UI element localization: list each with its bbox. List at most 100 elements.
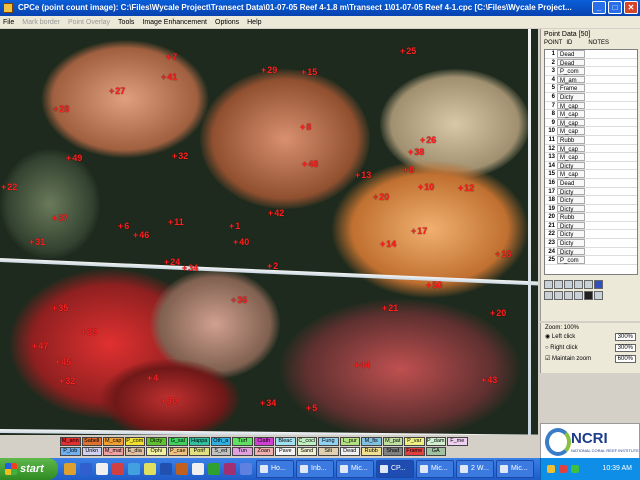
table-row[interactable]: 17 Dicty — [545, 187, 637, 197]
point-marker[interactable]: +40 — [233, 238, 249, 247]
species-code-button[interactable]: Sabell — [81, 437, 102, 446]
taskbar-item[interactable]: 2 W... — [456, 460, 494, 478]
species-code-button[interactable]: Ophi — [146, 447, 167, 456]
species-code-button[interactable]: E_dia — [124, 447, 145, 456]
save-icon[interactable] — [594, 280, 603, 289]
point-marker[interactable]: +49 — [66, 154, 82, 163]
notes-cell[interactable] — [585, 119, 637, 127]
point-marker[interactable]: +26 — [420, 136, 436, 145]
species-code-button[interactable]: Zoan — [253, 447, 274, 456]
species-code-button[interactable]: Bleac — [275, 437, 296, 446]
point-id-cell[interactable]: Dead — [557, 178, 585, 187]
notes-cell[interactable] — [585, 230, 637, 238]
point-id-cell[interactable]: Rubb — [557, 213, 585, 221]
point-marker[interactable]: +22 — [1, 183, 17, 192]
point-marker[interactable]: +8 — [300, 123, 311, 132]
point-marker[interactable]: +18 — [495, 250, 511, 259]
point-id-cell[interactable]: M_cap — [557, 144, 585, 153]
species-code-button[interactable]: P_var — [404, 437, 425, 446]
quicklaunch-icon[interactable] — [224, 463, 236, 475]
point-id-cell[interactable]: M_cap — [557, 118, 585, 127]
point-id-cell[interactable]: M_cap — [557, 127, 585, 135]
point-marker[interactable]: +30 — [161, 397, 177, 406]
point-id-cell[interactable]: Dicty — [557, 247, 585, 256]
table-row[interactable]: 10 M_cap — [545, 127, 637, 136]
point-id-cell[interactable]: M_am — [557, 75, 585, 84]
menu-mark-border[interactable]: Mark border — [22, 19, 60, 26]
species-code-button[interactable]: M_mat — [103, 447, 124, 456]
table-row[interactable]: 12 M_cap — [545, 144, 637, 154]
notes-cell[interactable] — [585, 179, 637, 187]
notes-cell[interactable] — [585, 145, 637, 153]
point-id-cell[interactable]: Dicty — [557, 204, 585, 213]
table-row[interactable]: 9 M_cap — [545, 118, 637, 128]
minimize-button[interactable]: _ — [592, 1, 606, 14]
point-marker[interactable]: +2 — [267, 262, 278, 271]
notes-cell[interactable] — [585, 50, 637, 58]
maintain-zoom-value[interactable]: 600% — [614, 354, 636, 363]
menu-tools[interactable]: Tools — [118, 19, 134, 26]
point-marker[interactable]: +46 — [133, 231, 149, 240]
table-row[interactable]: 6 Dicty — [545, 92, 637, 102]
point-marker[interactable]: +50 — [426, 281, 442, 290]
species-code-button[interactable]: P_dam — [425, 437, 446, 446]
right-click-radio[interactable]: ○ Right click — [545, 345, 578, 351]
notes-cell[interactable] — [585, 110, 637, 118]
taskbar-item[interactable]: Ho... — [256, 460, 294, 478]
point-marker[interactable]: +20 — [373, 193, 389, 202]
species-code-button[interactable]: P_lob — [60, 447, 81, 456]
point-id-cell[interactable]: Dicty — [557, 187, 585, 196]
notes-cell[interactable] — [585, 256, 637, 264]
left-click-zoom[interactable]: 300% — [614, 332, 636, 341]
table-row[interactable]: 24 Dicty — [545, 247, 637, 257]
point-marker[interactable]: +38 — [408, 148, 424, 157]
quicklaunch-icon[interactable] — [208, 463, 220, 475]
point-marker[interactable]: +20 — [490, 309, 506, 318]
table-row[interactable]: 16 Dead — [545, 178, 637, 188]
point-id-cell[interactable]: Dicty — [557, 196, 585, 204]
species-code-button[interactable]: Turf — [232, 437, 253, 446]
point-marker[interactable]: +45 — [55, 358, 71, 367]
species-code-button[interactable]: Pave — [275, 447, 296, 456]
species-code-button[interactable]: C_cocl — [296, 437, 317, 446]
point-id-cell[interactable]: P_com — [557, 67, 585, 75]
tool-icon[interactable] — [544, 291, 553, 300]
point-id-cell[interactable]: Frame — [557, 84, 585, 92]
point-marker[interactable]: +6 — [118, 222, 129, 231]
species-code-button[interactable]: Dicty — [146, 437, 167, 446]
quicklaunch-icon[interactable] — [128, 463, 140, 475]
point-table[interactable]: 1 Dead 2 Dead 3 P_com 4 M_am 5 Frame 6 Dicty 7 M_cap 8… — [544, 49, 638, 275]
quicklaunch-icon[interactable] — [80, 463, 92, 475]
species-code-button[interactable]: S_ed — [210, 447, 231, 456]
table-row[interactable]: 15 M_cap — [545, 170, 637, 179]
quicklaunch-icon[interactable] — [144, 463, 156, 475]
table-row[interactable]: 3 P_com — [545, 67, 637, 76]
right-click-zoom[interactable]: 300% — [614, 343, 636, 352]
point-marker[interactable]: +42 — [268, 209, 284, 218]
notes-cell[interactable] — [585, 93, 637, 101]
point-id-cell[interactable]: Rubb — [557, 135, 585, 144]
menu-file[interactable]: File — [3, 19, 14, 26]
table-row[interactable]: 1 Dead — [545, 50, 637, 59]
point-marker[interactable]: +15 — [301, 68, 317, 77]
tool-icon[interactable] — [584, 280, 593, 289]
table-row[interactable]: 20 Rubb — [545, 213, 637, 222]
species-code-button[interactable]: Silt — [318, 447, 339, 456]
point-id-cell[interactable]: P_com — [557, 256, 585, 264]
species-code-button[interactable]: Dead — [339, 447, 360, 456]
notes-cell[interactable] — [585, 213, 637, 221]
point-marker[interactable]: +43 — [481, 376, 497, 385]
point-marker[interactable]: +1 — [229, 222, 240, 231]
notes-cell[interactable] — [585, 162, 637, 170]
table-row[interactable]: 5 Frame — [545, 84, 637, 93]
notes-cell[interactable] — [585, 59, 637, 67]
taskbar-item[interactable]: Mic... — [496, 460, 534, 478]
point-id-cell[interactable]: M_cap — [557, 153, 585, 161]
point-marker[interactable]: +17 — [411, 227, 427, 236]
quicklaunch-icon[interactable] — [160, 463, 172, 475]
taskbar-item[interactable]: Mic... — [416, 460, 454, 478]
point-marker[interactable]: +39 — [81, 328, 97, 337]
taskbar-item[interactable]: CP... — [376, 460, 414, 478]
table-row[interactable]: 22 Dicty — [545, 230, 637, 240]
tray-icon[interactable] — [571, 465, 579, 473]
